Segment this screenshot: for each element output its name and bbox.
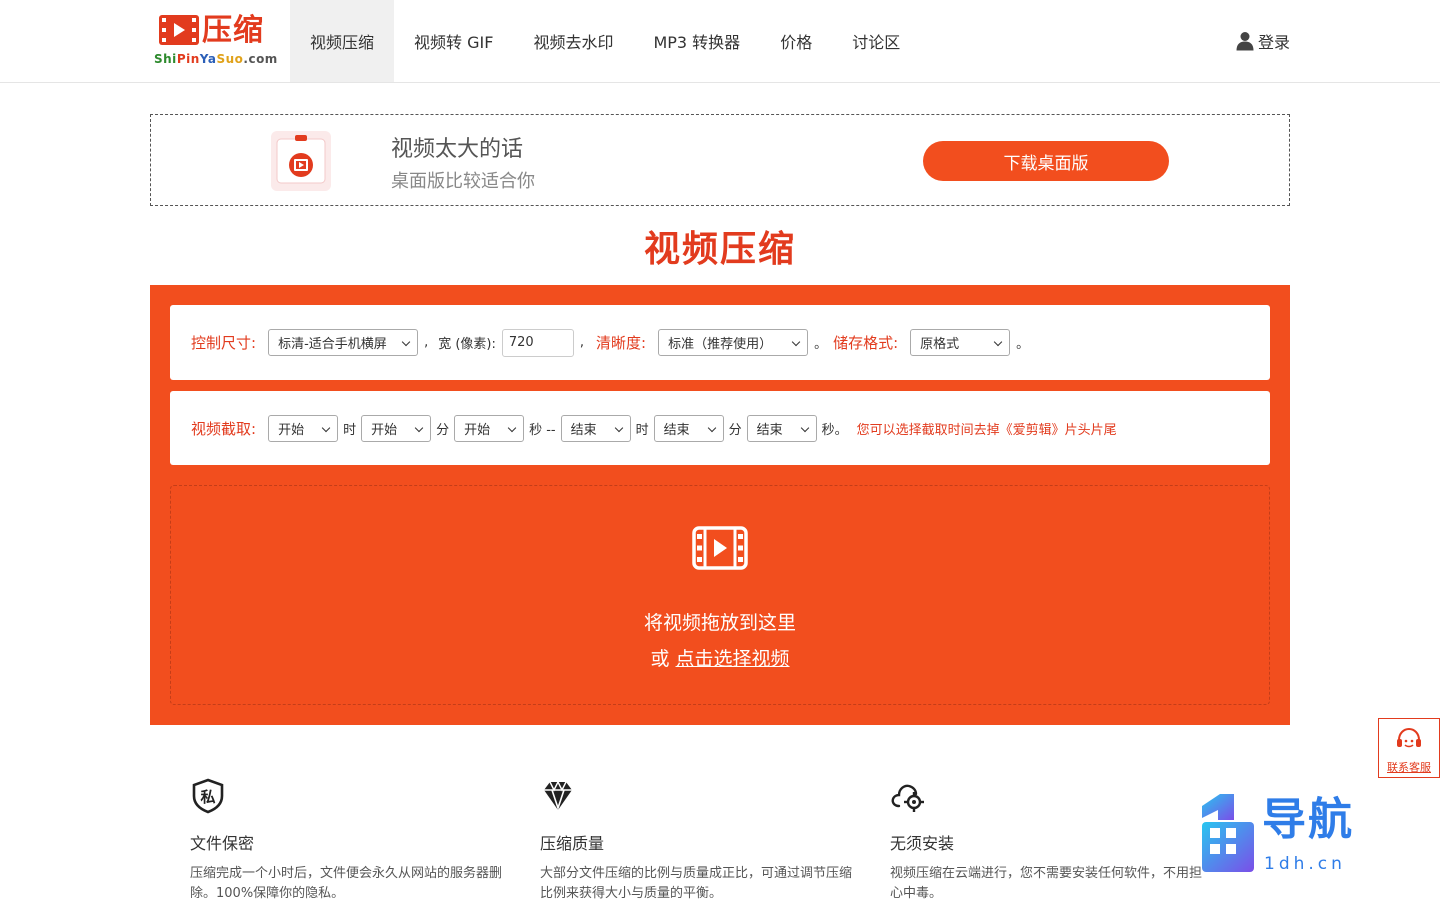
- header: 压缩 ShiPinYaSuo.com 视频压缩 视频转 GIF 视频去水印 MP…: [0, 0, 1440, 83]
- start-minute-select[interactable]: 开始: [361, 414, 432, 442]
- svg-text:私: 私: [199, 788, 215, 806]
- feature-desc: 压缩完成一个小时后，文件便会永久从网站的服务器删除。100%保障你的隐私。: [190, 866, 503, 900]
- cloud-gear-icon: [891, 784, 924, 812]
- hour-unit-2: 时: [635, 422, 649, 438]
- feature-desc: 大部分文件压缩的比例与质量成正比，可通过调节压缩比例来获得大小与质量的平衡。: [540, 866, 853, 900]
- service-label: 联系客服: [1387, 761, 1431, 774]
- nav-mp3-converter[interactable]: MP3 转换器: [633, 0, 760, 82]
- width-input[interactable]: [501, 328, 574, 357]
- feature-title: 无须安装: [890, 834, 955, 853]
- dropzone-hint: 将视频拖放到这里: [643, 612, 796, 634]
- main-nav: 视频压缩 视频转 GIF 视频去水印 MP3 转换器 价格 讨论区: [290, 0, 920, 82]
- end-minute-select[interactable]: 结束: [653, 414, 724, 442]
- clarity-select[interactable]: 标准（推荐使用）: [658, 329, 809, 356]
- clarity-label: 清晰度:: [596, 334, 647, 352]
- contact-service-button[interactable]: 联系客服: [1378, 718, 1440, 778]
- feature-title: 压缩质量: [540, 834, 605, 853]
- headset-icon: [1397, 727, 1421, 748]
- period-text-2: 。: [1016, 337, 1030, 352]
- feature-quality: 压缩质量 大部分文件压缩的比例与质量成正比，可通过调节压缩比例来获得大小与质量的…: [540, 778, 860, 900]
- login-label: 登录: [1257, 33, 1290, 52]
- site-logo[interactable]: 压缩 ShiPinYaSuo.com: [154, 12, 277, 72]
- period-text: 。: [814, 337, 828, 352]
- watermark-text: 导航: [1262, 794, 1354, 845]
- page-title: 视频压缩: [643, 229, 796, 270]
- logo-domain: ShiPinYaSuo.com: [154, 52, 278, 66]
- nav-video-to-gif[interactable]: 视频转 GIF: [394, 0, 513, 82]
- feature-privacy: 私 文件保密 压缩完成一个小时后，文件便会永久从网站的服务器删除。100%保障你…: [190, 778, 510, 900]
- nav-pricing[interactable]: 价格: [760, 0, 832, 82]
- film-logo-icon: [159, 15, 199, 45]
- video-film-icon: [692, 526, 748, 570]
- shield-private-icon: 私: [192, 778, 224, 814]
- minute-unit-2: 分: [728, 422, 742, 438]
- watermark-logo-icon: [1202, 794, 1254, 872]
- hour-unit: 时: [343, 422, 357, 438]
- nav-video-compress[interactable]: 视频压缩: [290, 0, 395, 82]
- desktop-app-icon: [271, 131, 331, 191]
- trim-label: 视频截取:: [191, 419, 257, 438]
- compress-tool: 控制尺寸: 标清-适合手机横屏 , 宽 (像素): , 清晰度: 标准（推荐使用…: [150, 285, 1290, 725]
- start-second-select[interactable]: 开始: [454, 414, 525, 442]
- login-link[interactable]: 登录: [1236, 29, 1290, 53]
- watermark-domain: 1dh.cn: [1264, 854, 1346, 874]
- banner-headline: 视频太大的话: [391, 137, 524, 162]
- second-end-unit: 秒。: [821, 422, 848, 438]
- watermark: 导航 1dh.cn: [1198, 792, 1378, 876]
- size-label: 控制尺寸:: [191, 334, 257, 352]
- end-hour-select[interactable]: 结束: [560, 414, 631, 442]
- comma-text: ,: [424, 335, 429, 350]
- nav-remove-watermark[interactable]: 视频去水印: [513, 0, 633, 82]
- user-icon: [1236, 32, 1254, 51]
- video-dropzone[interactable]: 将视频拖放到这里 或 点击选择视频: [170, 485, 1270, 705]
- format-label: 储存格式:: [833, 334, 899, 352]
- trim-row: 视频截取: 开始 时 开始 分 开始 秒 -- 结束 时 结束 分 结束 秒。 …: [170, 391, 1270, 465]
- desktop-banner: 视频太大的话 桌面版比较适合你 下载桌面版: [150, 114, 1290, 206]
- size-select[interactable]: 标清-适合手机横屏: [268, 329, 419, 356]
- dropzone-or-line: 或 点击选择视频: [650, 648, 790, 670]
- feature-desc: 视频压缩在云端进行，您不需要安装任何软件，不用担心中毒。: [890, 866, 1203, 900]
- start-hour-select[interactable]: 开始: [268, 414, 339, 442]
- width-label: 宽 (像素):: [438, 337, 496, 352]
- banner-subline: 桌面版比较适合你: [391, 171, 535, 192]
- end-second-select[interactable]: 结束: [746, 414, 817, 442]
- feature-no-install: 无须安装 视频压缩在云端进行，您不需要安装任何软件，不用担心中毒。: [890, 778, 1210, 900]
- logo-text: 压缩: [202, 13, 264, 48]
- diamond-icon: [544, 780, 572, 811]
- select-video-link[interactable]: 点击选择视频: [676, 648, 790, 670]
- feature-title: 文件保密: [190, 834, 255, 853]
- trim-hint: 您可以选择截取时间去掉《爱剪辑》片头片尾: [856, 422, 1117, 438]
- download-desktop-button[interactable]: 下载桌面版: [923, 141, 1169, 181]
- format-select[interactable]: 原格式: [910, 329, 1011, 356]
- nav-forum[interactable]: 讨论区: [832, 0, 920, 82]
- comma-text-2: ,: [579, 335, 584, 350]
- minute-unit: 分: [436, 422, 450, 438]
- settings-row: 控制尺寸: 标清-适合手机横屏 , 宽 (像素): , 清晰度: 标准（推荐使用…: [170, 305, 1270, 380]
- second-dash-unit: 秒 --: [529, 422, 556, 438]
